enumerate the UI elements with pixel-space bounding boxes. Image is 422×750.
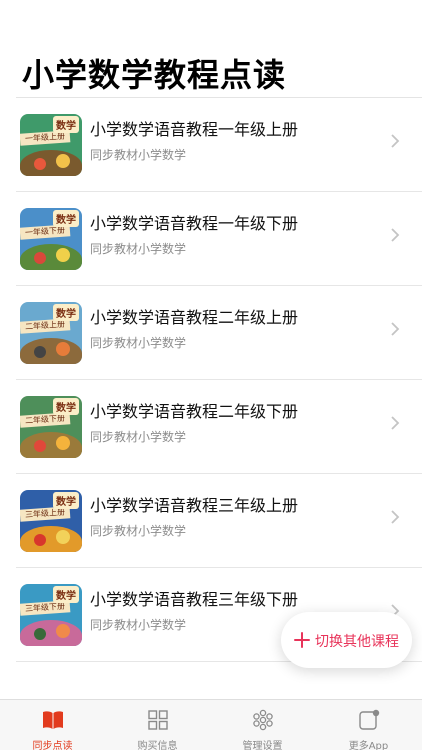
course-title: 小学数学语音教程三年级上册 [90, 496, 299, 515]
cover-figure [34, 534, 46, 546]
cover-hill [20, 150, 82, 176]
book-icon [43, 711, 63, 729]
course-title: 小学数学语音教程三年级下册 [90, 590, 299, 609]
cover-hill [20, 244, 82, 270]
course-title: 小学数学语音教程一年级下册 [90, 214, 299, 233]
course-cover-image: 三年级下册 数学 [20, 584, 82, 646]
course-row[interactable]: 一年级上册 数学 小学数学语音教程一年级上册 同步教材小学数学 [0, 98, 422, 192]
course-title: 小学数学语音教程二年级上册 [90, 308, 299, 327]
cover-figure [56, 342, 70, 356]
flower-settings-icon [253, 709, 273, 731]
course-cover-image: 二年级下册 数学 [20, 396, 82, 458]
course-subtitle: 同步教材小学数学 [90, 524, 187, 538]
switch-course-label: 切换其他课程 [315, 634, 399, 650]
course-title: 小学数学语音教程一年级上册 [90, 120, 299, 139]
plus-icon [294, 632, 310, 648]
course-cover-image: 三年级上册 数学 [20, 490, 82, 552]
cover-figure [34, 346, 46, 358]
bottom-tab-bar: 同步点读 购买信息 管理设置 更多App [0, 699, 422, 750]
cover-figure [56, 154, 70, 168]
tab-label: 购买信息 [137, 741, 178, 750]
cover-figure [56, 248, 70, 262]
chevron-right-icon [391, 228, 400, 242]
course-row[interactable]: 一年级下册 数学 小学数学语音教程一年级下册 同步教材小学数学 [0, 192, 422, 286]
cover-figure [34, 158, 46, 170]
course-subtitle: 同步教材小学数学 [90, 336, 187, 350]
cover-subject-tag: 数学 [53, 304, 79, 321]
cover-subject-tag: 数学 [53, 398, 79, 415]
course-subtitle: 同步教材小学数学 [90, 618, 187, 632]
course-row[interactable]: 三年级上册 数学 小学数学语音教程三年级上册 同步教材小学数学 [0, 474, 422, 568]
cover-subject-tag: 数学 [53, 210, 79, 227]
cover-hill [20, 526, 82, 552]
course-cover-image: 一年级下册 数学 [20, 208, 82, 270]
cover-subject-tag: 数学 [53, 586, 79, 603]
cover-hill [20, 432, 82, 458]
tab-manage-settings[interactable]: 管理设置 [210, 700, 315, 750]
cover-figure [56, 436, 70, 450]
cover-subject-tag: 数学 [53, 116, 79, 133]
cover-subject-tag: 数学 [53, 492, 79, 509]
course-list: 一年级上册 数学 小学数学语音教程一年级上册 同步教材小学数学 一年级下册 数学… [0, 98, 422, 662]
course-title: 小学数学语音教程二年级下册 [90, 402, 299, 421]
tab-label: 更多App [348, 741, 389, 750]
cover-hill [20, 620, 82, 646]
page-title: 小学数学教程点读 [22, 56, 287, 94]
course-subtitle: 同步教材小学数学 [90, 148, 187, 162]
cover-figure [56, 624, 70, 638]
course-subtitle: 同步教材小学数学 [90, 430, 187, 444]
grid-icon [148, 710, 168, 730]
chevron-right-icon [391, 510, 400, 524]
cover-figure [56, 530, 70, 544]
chevron-right-icon [391, 416, 400, 430]
tab-more-apps[interactable]: 更多App [316, 700, 421, 750]
course-cover-image: 二年级上册 数学 [20, 302, 82, 364]
tab-sync-reading[interactable]: 同步点读 [0, 700, 105, 750]
course-cover-image: 一年级上册 数学 [20, 114, 82, 176]
cover-figure [34, 252, 46, 264]
course-row[interactable]: 二年级下册 数学 小学数学语音教程二年级下册 同步教材小学数学 [0, 380, 422, 474]
switch-course-button[interactable]: 切换其他课程 [281, 612, 412, 668]
chevron-right-icon [391, 134, 400, 148]
cover-hill [20, 338, 82, 364]
chevron-right-icon [391, 322, 400, 336]
tab-label: 管理设置 [242, 741, 283, 750]
course-subtitle: 同步教材小学数学 [90, 242, 187, 256]
tab-purchase-info[interactable]: 购买信息 [105, 700, 210, 750]
app-badge-icon [359, 709, 380, 730]
tab-label: 同步点读 [32, 741, 73, 750]
course-row[interactable]: 二年级上册 数学 小学数学语音教程二年级上册 同步教材小学数学 [0, 286, 422, 380]
cover-figure [34, 628, 46, 640]
cover-figure [34, 440, 46, 452]
